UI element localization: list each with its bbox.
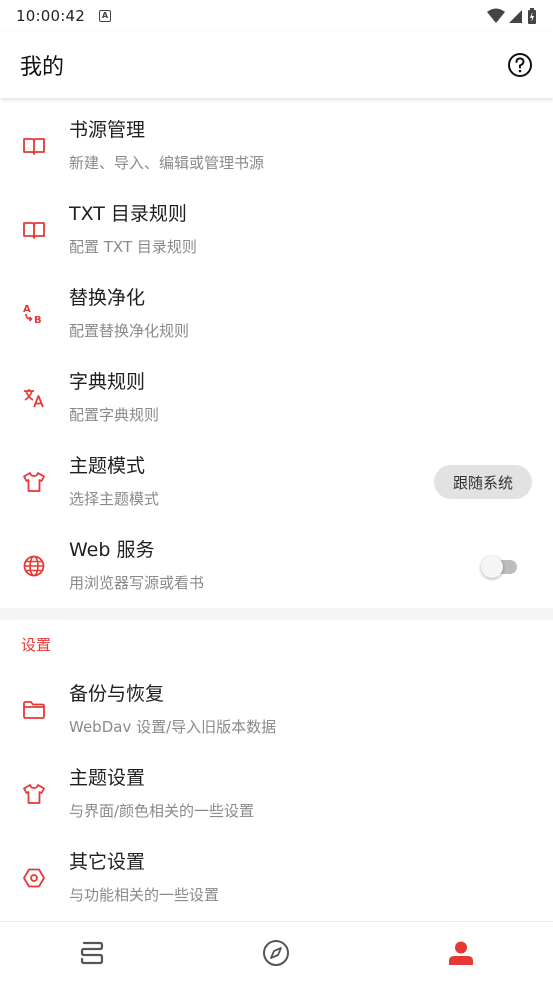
item-texts: 主题设置 与界面/颜色相关的一些设置 [69,765,254,822]
book-open-icon [23,138,45,155]
svg-text:A: A [23,304,31,315]
item-subtitle: 配置 TXT 目录规则 [69,238,197,256]
item-subtitle: 配置字典规则 [69,406,160,424]
content: 书源管理 新建、导入、编辑或管理书源 TXT 目录规则 配置 TXT 目录规则 … [0,98,553,920]
tab-explore[interactable] [184,922,368,984]
hexagon-settings-icon [23,868,45,888]
theme-settings-item[interactable]: 主题设置 与界面/颜色相关的一些设置 [0,752,553,836]
item-texts: TXT 目录规则 配置 TXT 目录规则 [69,201,197,258]
notification-icon: A [98,10,111,22]
theme-mode-value-chip[interactable]: 跟随系统 [434,465,532,499]
item-title: 书源管理 [69,119,146,141]
item-title: 备份与恢复 [69,683,165,705]
item-texts: 替换净化 配置替换净化规则 [69,285,189,342]
person-icon [448,941,473,965]
help-circle-icon[interactable] [507,52,533,78]
item-subtitle: 与功能相关的一些设置 [69,886,220,904]
status-time: 10:00:42 [16,7,85,25]
item-title: TXT 目录规则 [69,203,187,225]
tshirt-icon [23,472,45,492]
item-texts: 主题模式 选择主题模式 [69,453,159,510]
replace-ab-icon: A B [23,304,42,326]
battery-icon [528,7,536,24]
item-texts: 字典规则 配置字典规则 [69,369,159,426]
item-subtitle: 新建、导入、编辑或管理书源 [69,154,265,172]
backup-restore-item[interactable]: 备份与恢复 WebDav 设置/导入旧版本数据 [0,668,553,752]
web-service-item[interactable]: Web 服务 用浏览器写源或看书 [0,524,553,608]
item-title: 主题设置 [69,767,146,789]
tshirt-icon [23,784,45,804]
replace-rule-item[interactable]: A B 替换净化 配置替换净化规则 [0,272,553,356]
tab-bookshelf[interactable] [0,922,184,984]
globe-icon [23,555,45,577]
item-subtitle: 配置替换净化规则 [69,322,190,340]
book-source-item[interactable]: 书源管理 新建、导入、编辑或管理书源 [0,104,553,188]
section-divider [0,608,553,620]
web-service-toggle[interactable] [481,556,521,578]
item-title: 字典规则 [69,371,146,393]
svg-text:B: B [34,315,42,326]
item-texts: Web 服务 用浏览器写源或看书 [69,537,204,594]
item-subtitle: WebDav 设置/导入旧版本数据 [69,718,277,736]
item-subtitle: 选择主题模式 [69,490,160,508]
folder-icon [23,701,45,719]
tab-my[interactable] [369,922,553,984]
item-texts: 备份与恢复 WebDav 设置/导入旧版本数据 [69,681,276,738]
item-texts: 书源管理 新建、导入、编辑或管理书源 [69,117,264,174]
theme-mode-item[interactable]: 主题模式 选择主题模式 跟随系统 [0,440,553,524]
item-texts: 其它设置 与功能相关的一些设置 [69,849,219,906]
translate-icon [24,389,44,408]
signal-icon [509,10,522,23]
item-title: Web 服务 [69,539,155,561]
status-icons [487,7,537,25]
bookshelf-icon [81,941,104,965]
book-open-icon [23,222,45,239]
item-subtitle: 与界面/颜色相关的一些设置 [69,802,255,820]
item-title: 其它设置 [69,851,146,873]
status-bar: 10:00:42 A [0,0,553,32]
item-title: 主题模式 [69,455,146,477]
item-subtitle: 用浏览器写源或看书 [69,574,205,592]
page-title: 我的 [20,55,65,80]
toggle-thumb [481,556,503,578]
bottom-nav [0,921,553,984]
txt-toc-rule-item[interactable]: TXT 目录规则 配置 TXT 目录规则 [0,188,553,272]
other-settings-item[interactable]: 其它设置 与功能相关的一些设置 [0,836,553,920]
wifi-icon [487,8,505,23]
item-title: 替换净化 [69,287,146,309]
compass-icon [263,940,290,966]
dictionary-rule-item[interactable]: 字典规则 配置字典规则 [0,356,553,440]
app-bar: 我的 [0,32,553,98]
settings-section-title: 设置 [21,635,52,654]
